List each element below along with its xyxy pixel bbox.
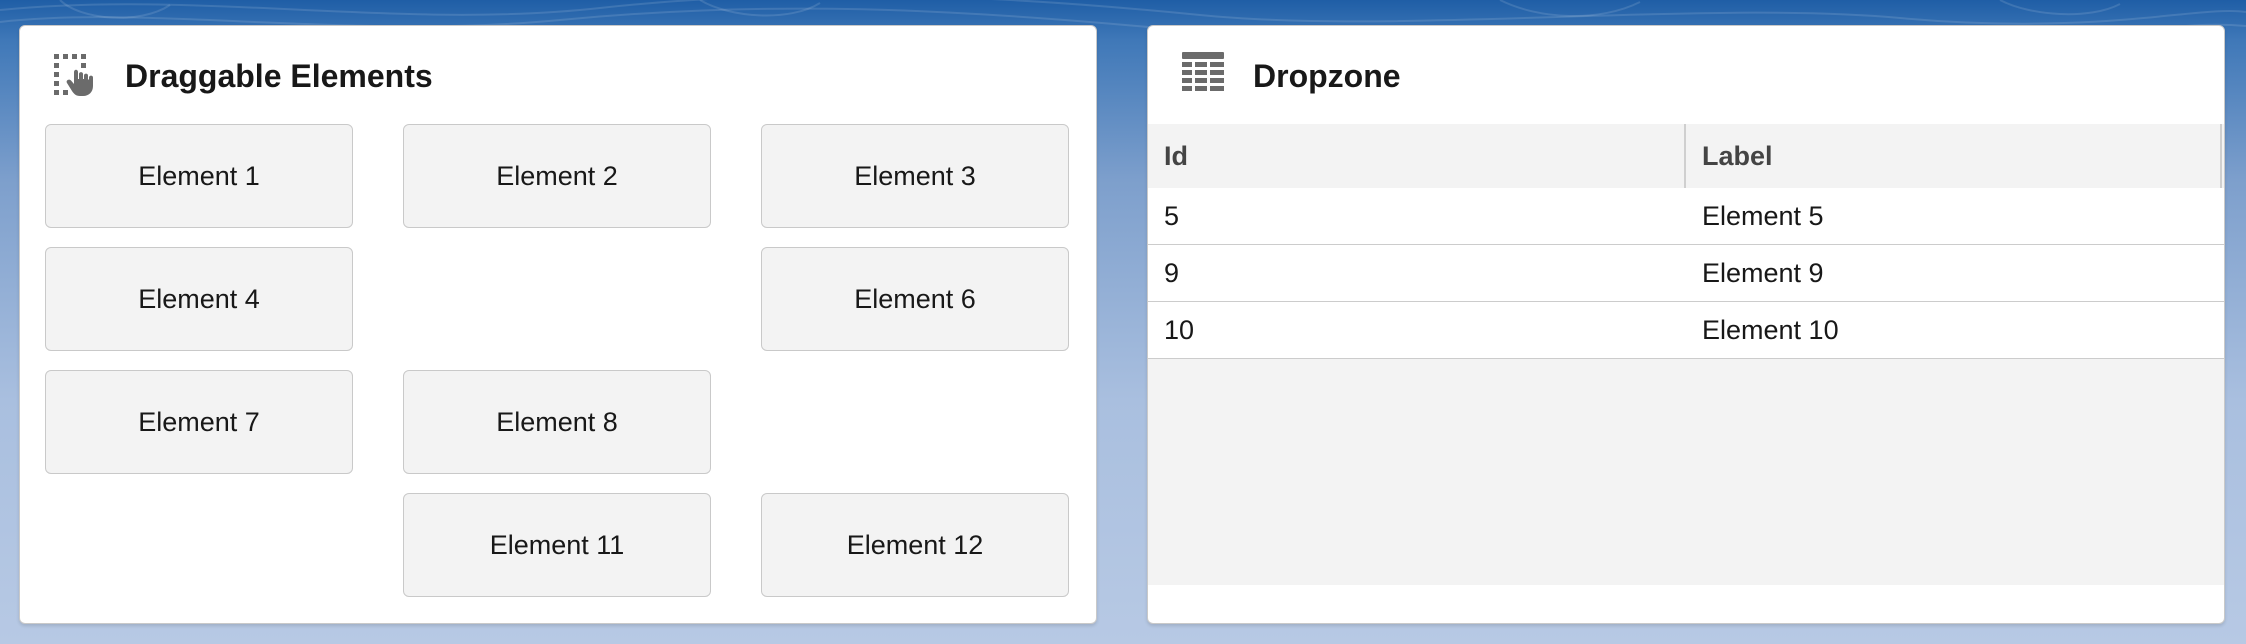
card-header: Dropzone bbox=[1148, 26, 2224, 124]
draggable-element[interactable]: Element 1 bbox=[45, 124, 353, 228]
cell-id: 5 bbox=[1164, 201, 1180, 231]
table-row[interactable]: 9 Element 9 bbox=[1148, 245, 2224, 302]
draggable-element[interactable]: Element 11 bbox=[403, 493, 711, 597]
draggable-element[interactable]: Element 3 bbox=[761, 124, 1069, 228]
draggable-element[interactable]: Element 2 bbox=[403, 124, 711, 228]
draggable-elements-card: Draggable Elements Element 1 Element 2 E… bbox=[19, 25, 1097, 624]
cell-label: Element 5 bbox=[1702, 201, 1824, 231]
card-title: Draggable Elements bbox=[125, 58, 433, 94]
draggable-element[interactable]: Element 12 bbox=[761, 493, 1069, 597]
draggable-element[interactable]: Element 6 bbox=[761, 247, 1069, 351]
cell-id: 9 bbox=[1164, 258, 1180, 288]
column-header-label[interactable]: Label bbox=[1686, 124, 2220, 188]
draggable-element[interactable]: Element 4 bbox=[45, 247, 353, 351]
table-row[interactable]: 5 Element 5 bbox=[1148, 188, 2224, 245]
column-header-id[interactable]: Id bbox=[1148, 124, 1684, 188]
draggable-element[interactable]: Element 8 bbox=[403, 370, 711, 474]
cell-label: Element 9 bbox=[1702, 258, 1824, 288]
cell-id: 10 bbox=[1164, 315, 1195, 345]
draggable-element[interactable]: Element 7 bbox=[45, 370, 353, 474]
column-resize-handle[interactable] bbox=[2220, 124, 2222, 188]
drag-drop-icon bbox=[54, 54, 93, 96]
card-header: Draggable Elements bbox=[20, 26, 1096, 124]
dropzone-card[interactable]: Dropzone Id Label 5 Element 5 9 Element … bbox=[1147, 25, 2225, 624]
cell-label: Element 10 bbox=[1702, 315, 1839, 345]
card-title: Dropzone bbox=[1253, 58, 1401, 94]
dropzone-table[interactable]: Id Label 5 Element 5 9 Element 9 10 Elem… bbox=[1148, 124, 2224, 585]
table-header: Id Label bbox=[1148, 124, 2224, 189]
table-row[interactable]: 10 Element 10 bbox=[1148, 302, 2224, 359]
table-icon bbox=[1182, 52, 1224, 91]
